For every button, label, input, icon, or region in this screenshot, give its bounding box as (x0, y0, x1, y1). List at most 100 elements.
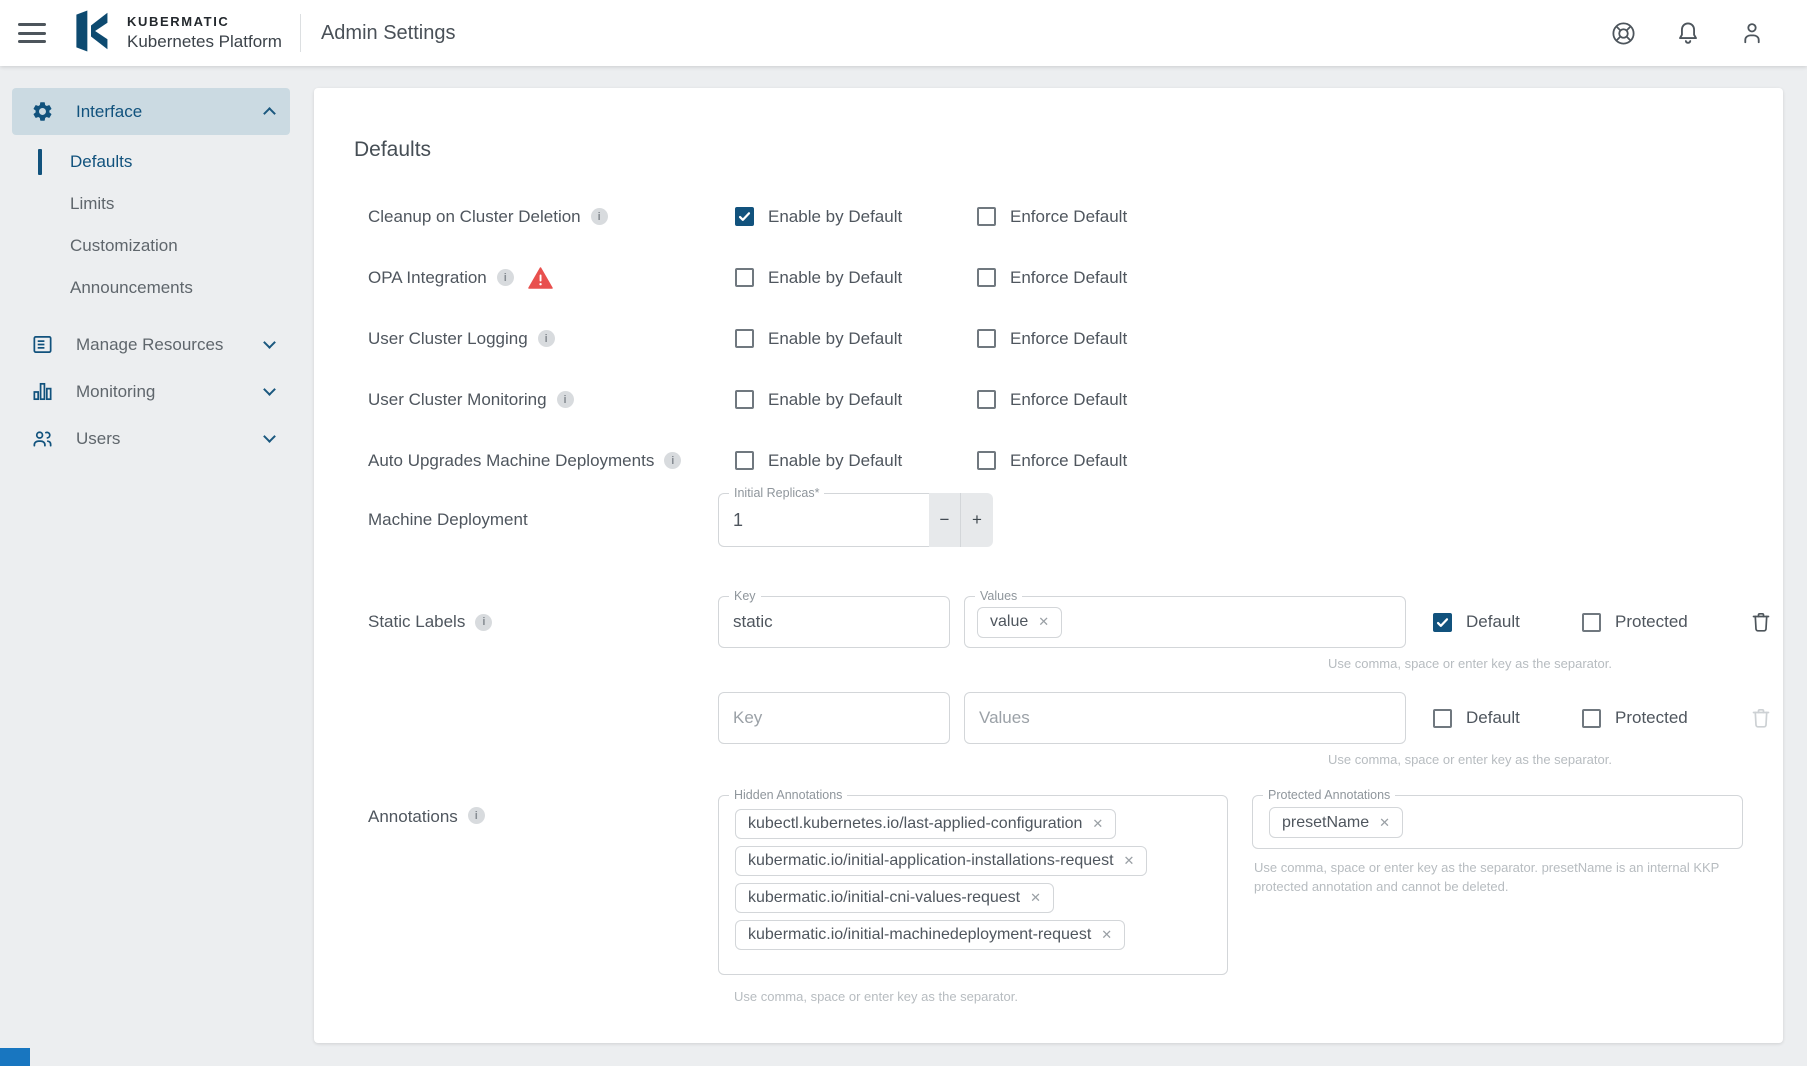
enable-by-default-checkbox[interactable] (735, 329, 754, 348)
info-icon[interactable]: i (664, 452, 681, 469)
enable-by-default-checkbox[interactable] (735, 268, 754, 287)
page-title: Admin Settings (321, 22, 456, 45)
initial-replicas-input[interactable] (719, 494, 929, 546)
chip-remove-icon[interactable]: ✕ (1124, 853, 1135, 869)
chip-remove-icon[interactable]: ✕ (1101, 927, 1112, 943)
enforce-default-checkbox[interactable] (977, 268, 996, 287)
sidebar-item-interface[interactable]: Interface (12, 88, 290, 135)
interface-subnav: Defaults Limits Customization Announceme… (0, 141, 302, 309)
default-label: Default (1466, 612, 1520, 632)
value-chip: value ✕ (977, 607, 1062, 638)
enforce-default-checkbox[interactable] (977, 390, 996, 409)
enable-by-default-checkbox[interactable] (735, 207, 754, 226)
protected-annotations-column: Protected Annotations presetName ✕ Use c… (1252, 795, 1743, 1004)
bottom-left-artifact (0, 1048, 30, 1066)
menu-icon[interactable] (18, 23, 46, 43)
notifications-bell-icon[interactable] (1675, 20, 1701, 46)
sidebar-item-manage-resources[interactable]: Manage Resources (12, 321, 290, 368)
chip-text: presetName (1282, 814, 1369, 832)
enforce-default-checkbox[interactable] (977, 451, 996, 470)
chevron-down-icon (263, 336, 276, 349)
brand-text: KUBERMATIC Kubernetes Platform (127, 14, 282, 52)
people-icon (30, 427, 54, 451)
setting-label: Static Labels (368, 612, 465, 632)
decrement-button[interactable]: − (929, 493, 961, 547)
initial-replicas-field-label: Initial Replicas* (729, 486, 824, 500)
protected-label: Protected (1615, 708, 1688, 728)
header-divider (300, 14, 301, 52)
enable-by-default-label: Enable by Default (768, 451, 902, 471)
chevron-up-icon (263, 107, 276, 120)
sidebar-subitem-announcements[interactable]: Announcements (0, 267, 302, 309)
setting-label: Cleanup on Cluster Deletion (368, 207, 581, 227)
values-input[interactable] (977, 707, 1393, 729)
info-icon[interactable]: i (475, 614, 492, 631)
default-checkbox[interactable] (1433, 613, 1452, 632)
subitem-label: Customization (70, 236, 178, 256)
hidden-annotations-column: Hidden Annotations kubectl.kubernetes.io… (718, 795, 1228, 1004)
sidebar-item-label: Interface (76, 102, 265, 122)
protected-checkbox[interactable] (1582, 709, 1601, 728)
enforce-default-label: Enforce Default (1010, 207, 1127, 227)
chip-remove-icon[interactable]: ✕ (1092, 816, 1103, 832)
chip-text: value (990, 613, 1028, 631)
enable-by-default-label: Enable by Default (768, 268, 902, 288)
enable-by-default-checkbox[interactable] (735, 390, 754, 409)
sidebar-subitem-customization[interactable]: Customization (0, 225, 302, 267)
setting-label: User Cluster Logging (368, 329, 528, 349)
warning-icon[interactable] (528, 267, 553, 289)
delete-row-icon[interactable] (1749, 610, 1773, 634)
info-icon[interactable]: i (468, 807, 485, 824)
setting-row-user-cluster-monitoring: User Cluster Monitoring i Enable by Defa… (354, 369, 1743, 430)
setting-row-opa-integration: OPA Integration i Enable by Default Enfo… (354, 247, 1743, 308)
setting-row-auto-upgrades-machine-deployments: Auto Upgrades Machine Deployments i Enab… (354, 430, 1743, 491)
enforce-default-checkbox[interactable] (977, 329, 996, 348)
static-label-row: Key Values value ✕ (718, 596, 1773, 648)
separator-hint: Use comma, space or enter key as the sep… (734, 989, 1228, 1004)
sidebar-subitem-limits[interactable]: Limits (0, 183, 302, 225)
defaults-card: Defaults Cleanup on Cluster Deletion i E… (314, 88, 1783, 1043)
enable-by-default-checkbox[interactable] (735, 451, 754, 470)
chip-text: kubermatic.io/initial-cni-values-request (748, 889, 1020, 907)
increment-button[interactable]: + (961, 493, 993, 547)
chip-text: kubermatic.io/initial-machinedeployment-… (748, 926, 1091, 944)
key-input[interactable] (719, 693, 949, 743)
static-labels-section: Static Labels i Key Values value (354, 596, 1743, 767)
key-input[interactable] (719, 597, 949, 647)
default-checkbox[interactable] (1433, 709, 1452, 728)
chip-remove-icon[interactable]: ✕ (1030, 890, 1041, 906)
sidebar-item-users[interactable]: Users (12, 415, 290, 462)
enable-by-default-label: Enable by Default (768, 329, 902, 349)
subitem-label: Defaults (70, 152, 132, 172)
info-icon[interactable]: i (591, 208, 608, 225)
enforce-default-label: Enforce Default (1010, 451, 1127, 471)
sidebar-subitem-defaults[interactable]: Defaults (0, 141, 302, 183)
delete-row-icon-disabled (1749, 706, 1773, 730)
protected-annotations-field[interactable]: Protected Annotations presetName ✕ (1252, 795, 1743, 849)
protected-checkbox[interactable] (1582, 613, 1601, 632)
sidebar-item-label: Users (76, 429, 265, 449)
kubermatic-logo[interactable] (68, 10, 114, 57)
enforce-default-label: Enforce Default (1010, 390, 1127, 410)
setting-label: Auto Upgrades Machine Deployments (368, 451, 654, 471)
chip-remove-icon[interactable]: ✕ (1379, 815, 1390, 831)
annotation-chip: kubectl.kubernetes.io/last-applied-confi… (735, 809, 1116, 839)
info-icon[interactable]: i (557, 391, 574, 408)
help-icon[interactable] (1610, 20, 1637, 47)
sidebar-item-label: Manage Resources (76, 335, 265, 355)
user-account-icon[interactable] (1739, 20, 1765, 46)
info-icon[interactable]: i (497, 269, 514, 286)
static-label-row: Default Protected (718, 692, 1773, 744)
sidebar-item-label: Monitoring (76, 382, 265, 402)
key-field-label: Key (729, 589, 761, 603)
hidden-annotations-field[interactable]: Hidden Annotations kubectl.kubernetes.io… (718, 795, 1228, 975)
info-icon[interactable]: i (538, 330, 555, 347)
chip-text: kubectl.kubernetes.io/last-applied-confi… (748, 815, 1082, 833)
chip-remove-icon[interactable]: ✕ (1038, 614, 1049, 630)
enable-by-default-label: Enable by Default (768, 207, 902, 227)
enable-by-default-label: Enable by Default (768, 390, 902, 410)
enforce-default-checkbox[interactable] (977, 207, 996, 226)
brand-line2: Kubernetes Platform (127, 31, 282, 52)
resources-list-icon (30, 333, 54, 357)
sidebar-item-monitoring[interactable]: Monitoring (12, 368, 290, 415)
